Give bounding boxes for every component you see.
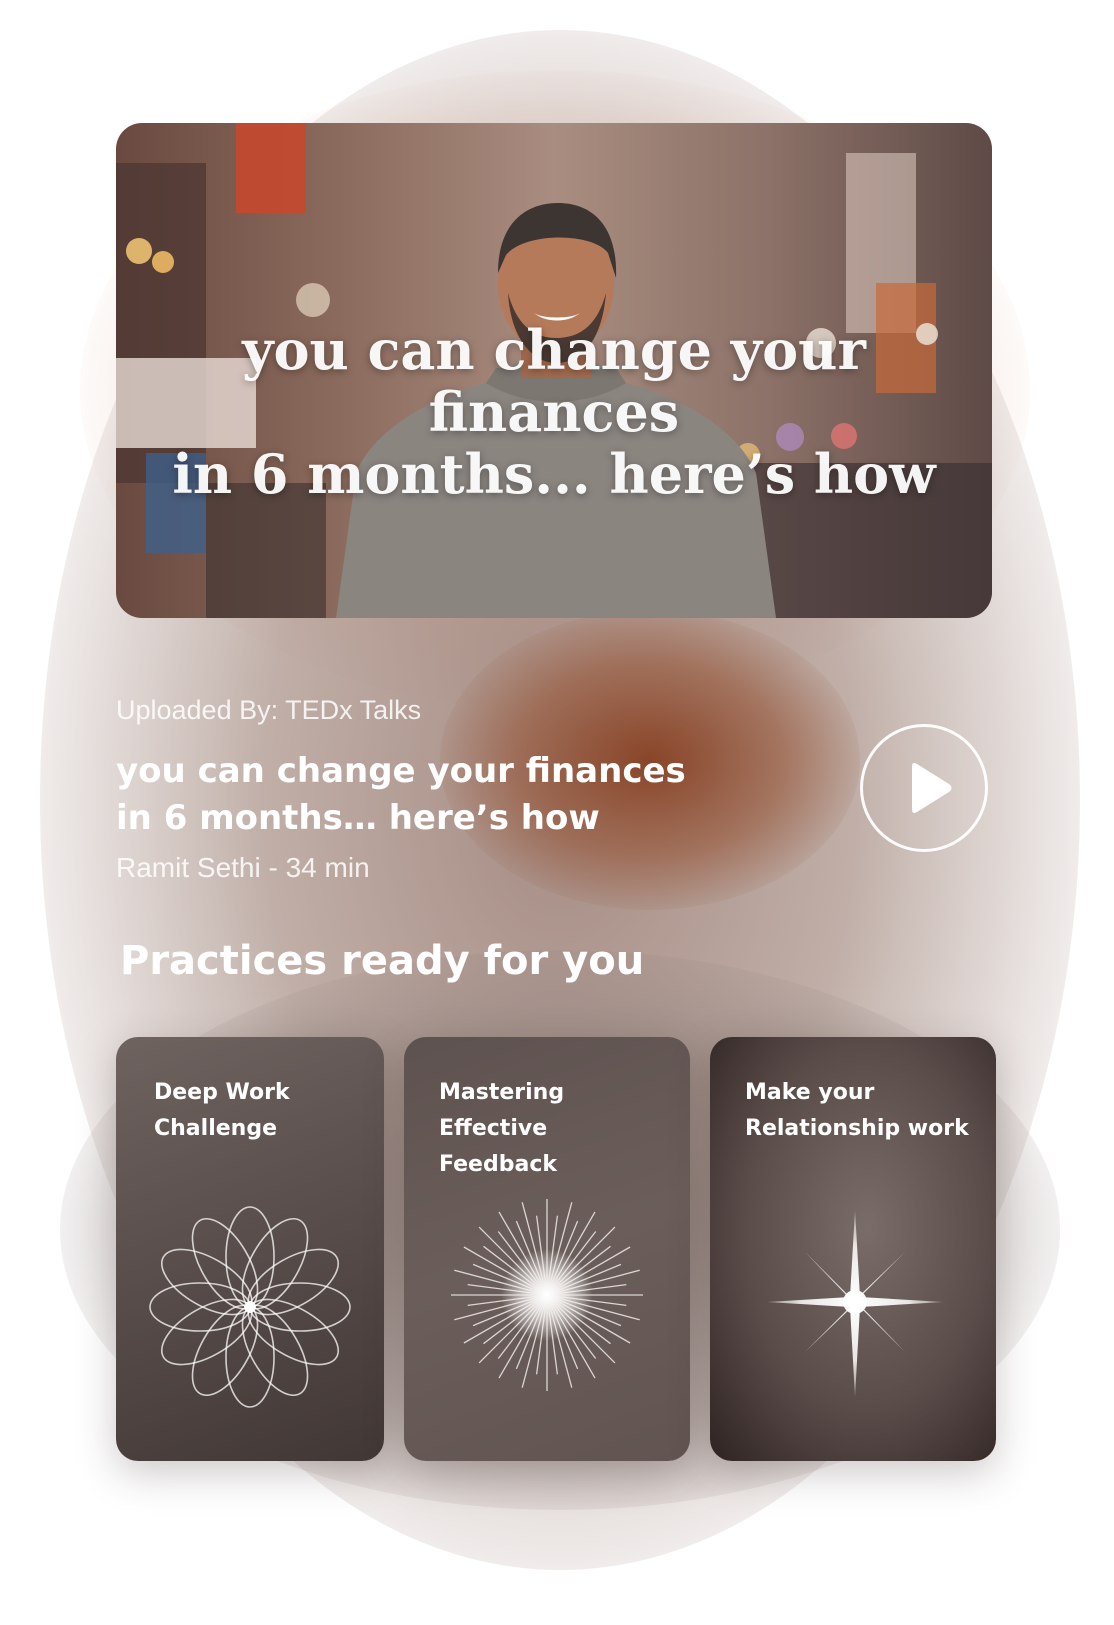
sign-red [236, 123, 306, 213]
practice-card-relationship[interactable]: Make your Relationship work [710, 1037, 996, 1461]
practice-card-title-line: Challenge [154, 1116, 277, 1141]
practice-card-title-line: Deep Work [154, 1080, 290, 1105]
play-icon [912, 763, 952, 813]
practice-card-title-line: Feedback [439, 1152, 557, 1177]
bokeh-light [152, 251, 174, 273]
video-thumbnail[interactable]: you can change your finances in 6 months… [116, 123, 992, 618]
video-meta: Ramit Sethi - 34 min [116, 852, 370, 883]
bokeh-light [296, 283, 330, 317]
practice-card-deep-work[interactable]: Deep Work Challenge [116, 1037, 384, 1461]
thumbnail-caption-line: in 6 months... here’s how [172, 442, 936, 506]
video-title-line: you can change your finances [116, 751, 686, 791]
play-button[interactable] [860, 724, 988, 852]
section-heading: Practices ready for you [120, 938, 645, 984]
starburst-icon [451, 1199, 643, 1391]
practice-card-title-line: Relationship work [745, 1116, 969, 1141]
practice-card-title: Make your Relationship work [745, 1075, 985, 1147]
practice-card-feedback[interactable]: Mastering Effective Feedback [404, 1037, 690, 1461]
thumbnail-caption-line: you can change your finances [242, 318, 866, 444]
practice-card-title-line: Make your [745, 1080, 875, 1105]
uploaded-by-label: Uploaded By: TEDx Talks [116, 695, 422, 725]
practice-card-title-line: Mastering Effective [439, 1080, 565, 1141]
flower-icon [149, 1206, 351, 1408]
sparkle-icon [767, 1210, 943, 1397]
thumbnail-caption: you can change your finances in 6 months… [116, 319, 992, 505]
practice-card-title: Deep Work Challenge [154, 1075, 384, 1147]
bokeh-light [126, 238, 152, 264]
practice-card-title: Mastering Effective Feedback [439, 1075, 671, 1183]
video-title[interactable]: you can change your finances in 6 months… [116, 748, 686, 842]
video-title-line: in 6 months… here’s how [116, 798, 600, 838]
page-title: Rami Sethi [116, 30, 366, 76]
